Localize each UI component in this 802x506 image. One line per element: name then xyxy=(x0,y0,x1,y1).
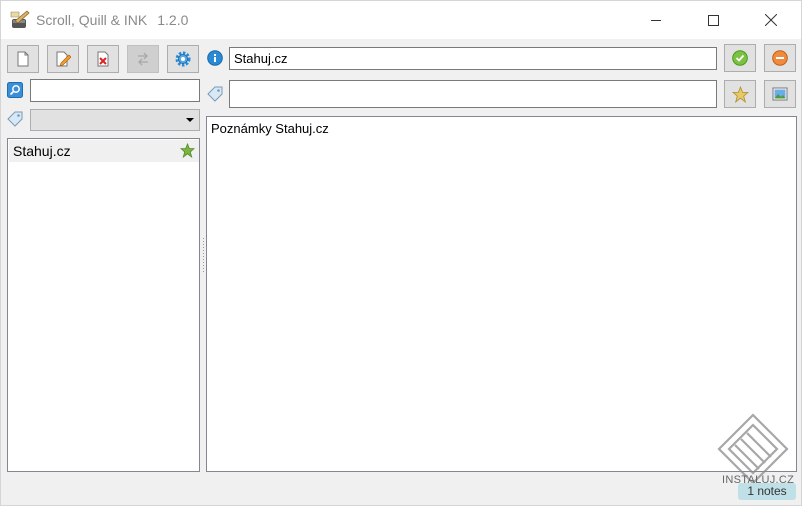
notes-count-badge: 1 notes xyxy=(738,483,796,500)
panel-splitter[interactable] xyxy=(201,236,205,276)
search-icon xyxy=(7,82,23,98)
gear-icon xyxy=(175,51,191,67)
app-version: 1.2.0 xyxy=(157,12,189,28)
info-icon xyxy=(207,50,223,66)
note-title: Stahuj.cz xyxy=(13,143,71,159)
delete-document-icon xyxy=(97,51,109,67)
settings-button[interactable] xyxy=(167,45,199,73)
note-title-input[interactable]: Stahuj.cz xyxy=(229,47,717,70)
transfer-icon xyxy=(138,52,148,66)
cancel-button[interactable] xyxy=(764,44,796,72)
move-note-button[interactable] xyxy=(127,45,159,73)
delete-note-button[interactable] xyxy=(87,45,119,73)
tag-icon xyxy=(207,86,223,102)
window-title: Scroll, Quill & INK 1.2.0 xyxy=(36,12,188,28)
close-button[interactable] xyxy=(748,1,794,39)
favorite-button[interactable] xyxy=(724,80,756,108)
new-document-icon xyxy=(17,51,29,67)
quill-ink-icon xyxy=(10,10,30,28)
save-button[interactable] xyxy=(724,44,756,72)
tag-filter-dropdown[interactable] xyxy=(30,109,200,131)
chevron-down-icon xyxy=(186,118,194,122)
close-icon xyxy=(765,14,777,26)
minimize-icon xyxy=(651,20,661,21)
note-tags-input[interactable] xyxy=(229,80,717,108)
edit-note-button[interactable] xyxy=(47,45,79,73)
maximize-icon xyxy=(707,14,719,26)
star-icon xyxy=(180,143,195,158)
edit-document-icon xyxy=(56,51,71,67)
insert-image-button[interactable] xyxy=(764,80,796,108)
minimize-button[interactable] xyxy=(633,1,679,39)
app-window: Scroll, Quill & INK 1.2.0 Stahuj.cz Stah… xyxy=(0,0,802,506)
note-list: Stahuj.cz xyxy=(7,138,200,472)
new-note-button[interactable] xyxy=(7,45,39,73)
maximize-button[interactable] xyxy=(690,1,736,39)
picture-icon xyxy=(772,87,788,101)
search-input[interactable] xyxy=(30,79,200,102)
note-body-text: Poznámky Stahuj.cz xyxy=(211,121,329,136)
app-name: Scroll, Quill & INK xyxy=(36,12,148,28)
star-icon xyxy=(731,85,749,103)
minus-circle-icon xyxy=(772,50,788,66)
list-item[interactable]: Stahuj.cz xyxy=(9,140,199,162)
tag-icon xyxy=(7,111,23,127)
title-bar: Scroll, Quill & INK 1.2.0 xyxy=(1,1,801,39)
check-icon xyxy=(732,50,748,66)
note-editor[interactable]: Poznámky Stahuj.cz xyxy=(206,116,797,472)
